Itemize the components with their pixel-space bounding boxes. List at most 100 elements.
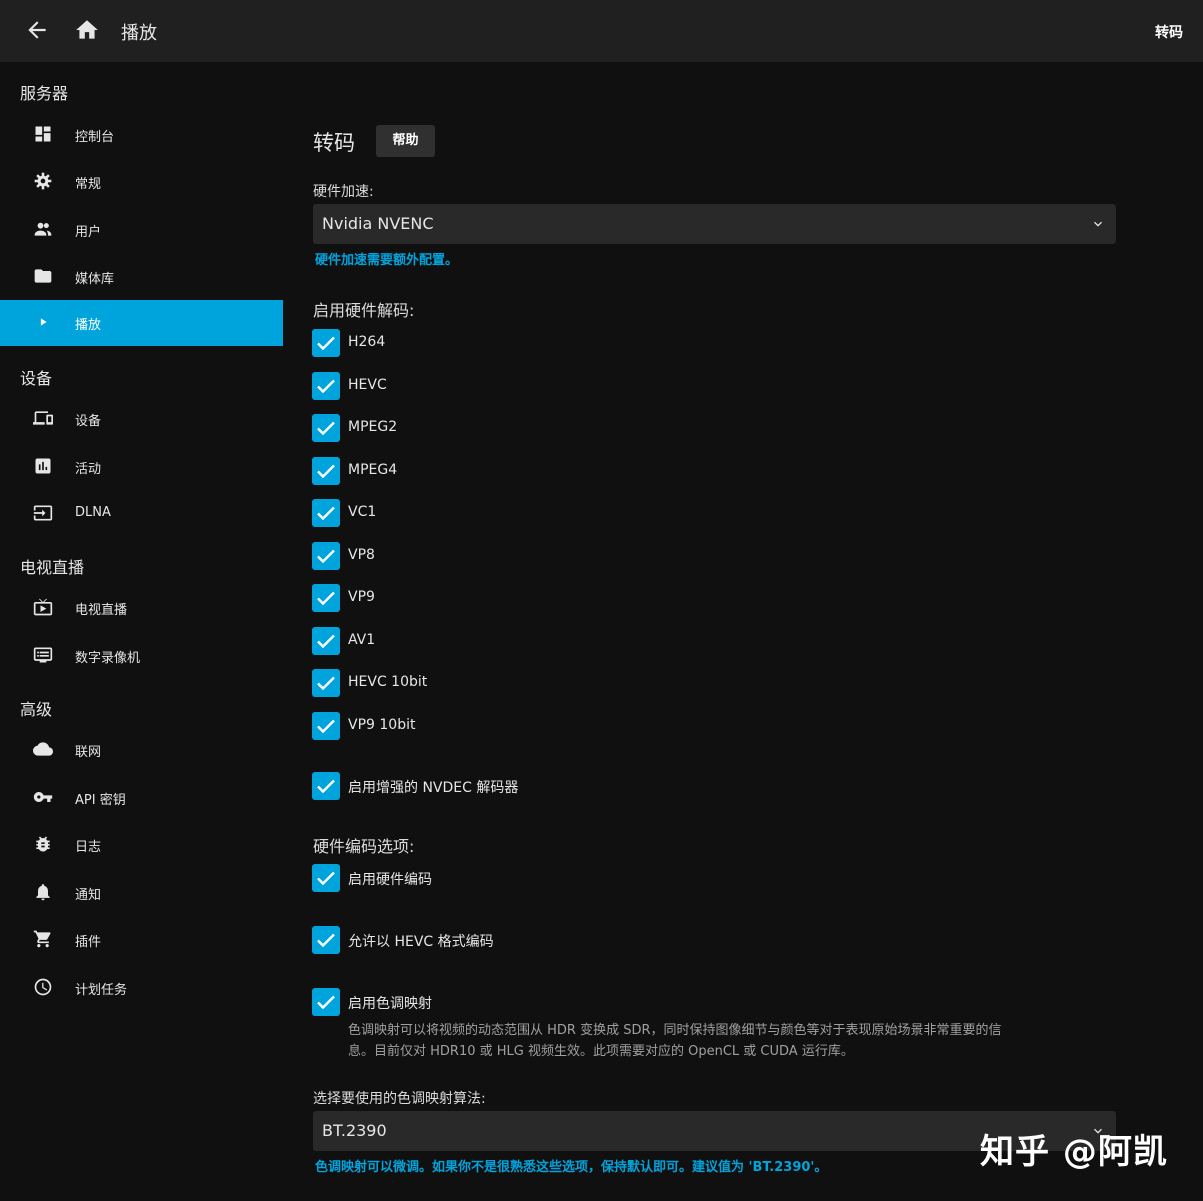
checkbox-checked <box>312 372 340 400</box>
sidebar-item-libraries[interactable]: 媒体库 <box>0 254 283 300</box>
clock-icon <box>33 977 53 997</box>
checkbox-checked <box>312 988 340 1016</box>
live-tv-icon <box>33 597 53 617</box>
sidebar-section-devices: 设备 <box>20 369 53 388</box>
sidebar-item-label: API 密钥 <box>75 793 126 808</box>
sidebar-item-dlna[interactable]: DLNA <box>0 491 283 537</box>
sidebar-item-label: 媒体库 <box>75 272 115 287</box>
sidebar-item-notifications[interactable]: 通知 <box>0 870 283 916</box>
hw-decode-label: 启用硬件解码: <box>313 301 415 320</box>
checkbox-label: 启用硬件编码 <box>348 872 432 888</box>
checkbox-checked <box>312 864 340 892</box>
checkbox-label: 允许以 HEVC 格式编码 <box>348 934 494 950</box>
sidebar-item-label: 控制台 <box>75 130 115 145</box>
sidebar-item-label: 电视直播 <box>75 603 128 618</box>
sidebar-item-label: 设备 <box>75 414 102 429</box>
sidebar-section-server: 服务器 <box>20 84 69 103</box>
key-icon <box>33 787 53 807</box>
description-line: 息。目前仅对 HDR10 或 HLG 视频生效。此项需要对应的 OpenCL 或… <box>348 1044 854 1059</box>
page-header-title: 播放 <box>121 23 157 44</box>
checkbox-checked <box>312 499 340 527</box>
sidebar-item-label: 计划任务 <box>75 983 128 998</box>
header-transcoding-link[interactable]: 转码 <box>1155 22 1183 42</box>
bell-icon <box>33 882 53 902</box>
checkbox-checked <box>312 627 340 655</box>
sidebar-item-label: 播放 <box>75 318 102 333</box>
dvr-icon <box>33 645 53 665</box>
checkbox-label: HEVC <box>348 377 387 393</box>
hw-accel-label: 硬件加速: <box>313 184 374 200</box>
sidebar-item-users[interactable]: 用户 <box>0 207 283 253</box>
sidebar-item-label: 通知 <box>75 888 102 903</box>
sidebar-section-advanced: 高级 <box>20 700 53 719</box>
sidebar-item-dashboard[interactable]: 控制台 <box>0 112 283 158</box>
sidebar-item-label: 日志 <box>75 840 102 855</box>
checkbox-label: VP9 10bit <box>348 717 416 733</box>
checkbox-label: VP9 <box>348 589 375 605</box>
bug-icon <box>33 834 53 854</box>
dashboard-icon <box>33 124 53 144</box>
checkbox-checked <box>312 772 340 800</box>
gear-icon <box>33 171 53 191</box>
sidebar-section-livetv: 电视直播 <box>20 558 85 577</box>
page-title: 转码 <box>313 131 355 155</box>
play-icon <box>33 312 53 332</box>
description-line: 色调映射可以将视频的动态范围从 HDR 变换成 SDR，同时保持图像细节与颜色等… <box>348 1023 1002 1038</box>
checkbox-label: VP8 <box>348 547 375 563</box>
checkbox-label: HEVC 10bit <box>348 674 428 690</box>
back-arrow-icon[interactable] <box>24 17 50 43</box>
checkbox-checked <box>312 414 340 442</box>
tonemap-algo-label: 选择要使用的色调映射算法: <box>313 1091 486 1107</box>
checkbox-checked <box>312 712 340 740</box>
sidebar-item-api-keys[interactable]: API 密钥 <box>0 775 283 821</box>
sidebar-item-logs[interactable]: 日志 <box>0 822 283 868</box>
sidebar-item-label: 活动 <box>75 462 102 477</box>
hw-accel-select[interactable]: Nvidia NVENC <box>313 204 1116 244</box>
cart-icon <box>33 929 53 949</box>
app-header: 播放 转码 <box>0 0 1203 62</box>
checkbox-label: AV1 <box>348 632 376 648</box>
checkbox-label: 启用色调映射 <box>348 996 432 1012</box>
sidebar-item-networking[interactable]: 联网 <box>0 727 283 773</box>
sidebar-item-label: 数字录像机 <box>75 651 141 666</box>
tonemap-algo-value: BT.2390 <box>322 1121 387 1140</box>
checkbox-checked <box>312 584 340 612</box>
checkbox-label: MPEG2 <box>348 419 398 435</box>
sidebar-item-dvr[interactable]: 数字录像机 <box>0 633 283 679</box>
chevron-down-icon <box>1090 216 1106 232</box>
checkbox-checked <box>312 926 340 954</box>
sidebar-item-playback[interactable]: 播放 <box>0 300 283 346</box>
users-icon <box>33 219 53 239</box>
home-icon[interactable] <box>74 17 100 43</box>
hw-accel-value: Nvidia NVENC <box>322 214 434 233</box>
sidebar-item-label: 用户 <box>75 225 102 240</box>
checkbox-checked <box>312 669 340 697</box>
folder-icon <box>33 266 53 286</box>
sidebar-item-label: 联网 <box>75 745 102 760</box>
tone-mapping-description: 色调映射可以将视频的动态范围从 HDR 变换成 SDR，同时保持图像细节与颜色等… <box>348 1020 1098 1062</box>
sidebar-item-devices[interactable]: 设备 <box>0 396 283 442</box>
input-icon <box>33 503 53 523</box>
checkbox-checked <box>312 329 340 357</box>
checkbox-label: H264 <box>348 334 386 350</box>
tonemap-algo-hint: 色调映射可以微调。如果你不是很熟悉这些选项，保持默认即可。建议值为 'BT.23… <box>315 1160 828 1175</box>
checkbox-checked <box>312 457 340 485</box>
help-button[interactable]: 帮助 <box>376 125 435 157</box>
sidebar-item-label: 常规 <box>75 177 102 192</box>
sidebar-item-label: 插件 <box>75 935 102 950</box>
checkbox-label: MPEG4 <box>348 462 398 478</box>
sidebar-item-scheduled-tasks[interactable]: 计划任务 <box>0 965 283 1011</box>
activity-chart-icon <box>33 456 53 476</box>
hw-encode-label: 硬件编码选项: <box>313 837 415 856</box>
devices-icon <box>33 408 53 428</box>
checkbox-label: VC1 <box>348 504 377 520</box>
checkbox-checked <box>312 542 340 570</box>
hw-accel-hint-link[interactable]: 硬件加速需要额外配置。 <box>315 249 458 268</box>
cloud-icon <box>33 739 53 759</box>
watermark: 知乎 @阿凯 <box>980 1132 1168 1172</box>
sidebar-item-plugins[interactable]: 插件 <box>0 917 283 963</box>
sidebar-item-activity[interactable]: 活动 <box>0 444 283 490</box>
sidebar-item-general[interactable]: 常规 <box>0 159 283 205</box>
sidebar-item-livetv[interactable]: 电视直播 <box>0 585 283 631</box>
checkbox-label: 启用增强的 NVDEC 解码器 <box>348 780 519 796</box>
